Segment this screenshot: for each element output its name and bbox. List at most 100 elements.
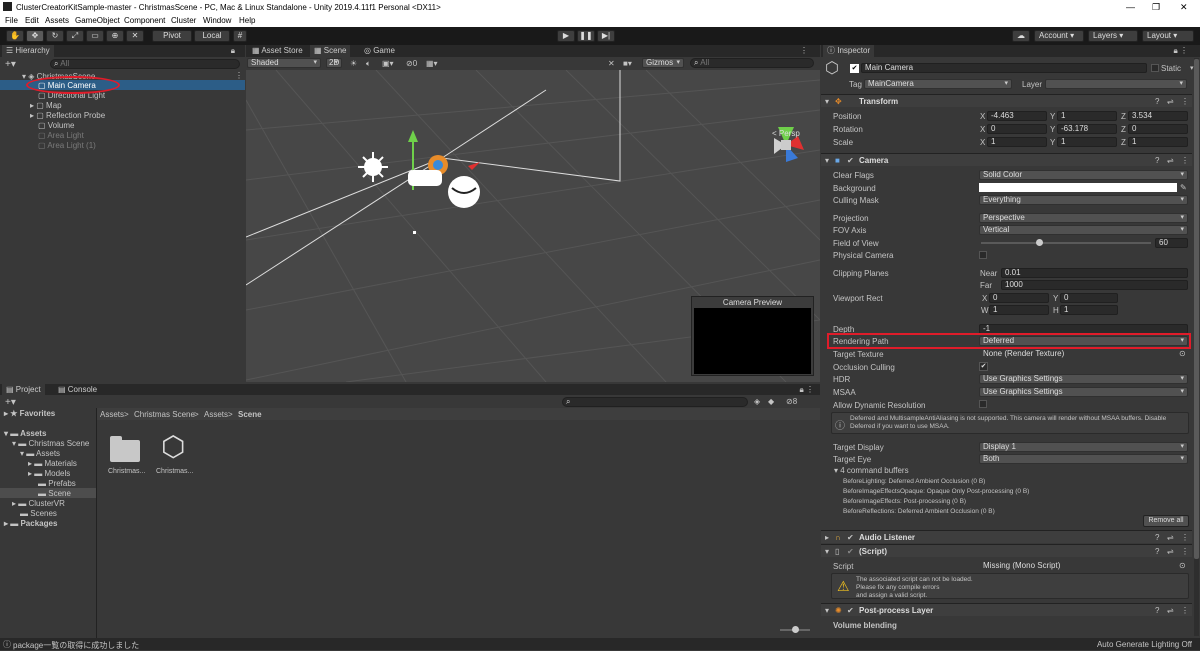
scale-z-field[interactable]: 1 — [1128, 137, 1188, 147]
tree-assets[interactable]: ▾ ▬ Assets — [4, 429, 46, 438]
menu-file[interactable]: File — [5, 16, 18, 25]
lighting-status[interactable]: Auto Generate Lighting Off — [1097, 640, 1192, 649]
occlusion-culling-checkbox[interactable]: ✔ — [979, 362, 988, 371]
camera-gizmo-icon[interactable] — [408, 170, 442, 186]
target-texture-field[interactable]: None (Render Texture) — [979, 349, 1188, 359]
custom-tool-icon[interactable]: ✕ — [126, 30, 144, 42]
x-axis-arrow[interactable] — [468, 162, 480, 170]
maximize-icon[interactable]: ❐ — [1152, 2, 1160, 13]
hierarchy-item-area-light-1[interactable]: ▢ Area Light (1) — [38, 141, 96, 150]
pause-button[interactable]: ❚❚ — [577, 30, 595, 42]
menu-cluster[interactable]: Cluster — [171, 16, 196, 25]
layers-dropdown[interactable]: Layers ▾ — [1088, 30, 1138, 42]
tree-christmas-assets[interactable]: ▾ ▬ Assets — [20, 449, 60, 458]
layer-dropdown[interactable] — [1045, 79, 1187, 89]
audio-icon[interactable]: 🔈︎ — [366, 59, 371, 69]
fov-value-field[interactable]: 60 — [1155, 238, 1188, 248]
preset-icon[interactable]: ⇌ — [1167, 156, 1174, 165]
camera-enabled-checkbox[interactable]: ✔ — [847, 156, 854, 165]
tab-asset-store[interactable]: ▦ Asset Store — [248, 45, 307, 57]
tab-game[interactable]: ◎ Game — [360, 45, 399, 57]
inspector-scrollbar-thumb[interactable] — [1194, 59, 1199, 559]
script-header[interactable]: ▾ ▯ ✔ (Script) ? ⇌ ⋮ — [821, 544, 1192, 557]
cloud-icon[interactable]: ☁ — [1012, 30, 1030, 42]
preset-icon[interactable]: ⇌ — [1167, 97, 1174, 106]
gizmos-dropdown[interactable]: Gizmos — [642, 58, 684, 68]
tab-inspector[interactable]: ⓘ Inspector — [823, 45, 875, 57]
remove-all-button[interactable]: Remove all — [1143, 515, 1189, 527]
object-picker-icon[interactable]: ⊙ — [1179, 349, 1186, 358]
postprocess-header[interactable]: ▾ ✺ ✔ Post-process Layer ? ⇌ ⋮ — [821, 603, 1192, 616]
pivot-toggle[interactable]: Pivot — [152, 30, 192, 42]
scale-y-field[interactable]: 1 — [1057, 137, 1117, 147]
collapse-arrow-icon[interactable]: ▾ — [825, 97, 829, 106]
tag-dropdown[interactable]: MainCamera — [864, 79, 1012, 89]
script-picker-icon[interactable]: ⊙ — [1179, 561, 1186, 570]
scene-menu-icon[interactable]: ⋮ — [235, 71, 243, 80]
y-axis-arrow[interactable] — [408, 130, 418, 142]
static-checkbox[interactable] — [1151, 64, 1159, 72]
sun-icon[interactable] — [358, 152, 388, 182]
position-y-field[interactable]: 1 — [1057, 111, 1117, 121]
tab-scene[interactable]: ▦ Scene — [310, 45, 351, 57]
local-toggle[interactable]: Local — [194, 30, 230, 42]
rotation-z-field[interactable]: 0 — [1128, 124, 1188, 134]
breadcrumb-christmas-scene[interactable]: Christmas Scene — [134, 410, 195, 419]
gameobject-name-input[interactable]: Main Camera — [861, 63, 1147, 73]
help-icon[interactable]: ? — [1155, 533, 1159, 542]
hierarchy-search-input[interactable]: ⌕ All — [50, 59, 240, 69]
minimize-icon[interactable]: — — [1126, 2, 1135, 12]
hand-tool-icon[interactable]: ✋ — [6, 30, 24, 42]
hdr-dropdown[interactable]: Use Graphics Settings — [979, 374, 1188, 384]
grid-icon[interactable]: ▦▾ — [426, 59, 438, 68]
tab-hierarchy[interactable]: ☰ Hierarchy — [2, 45, 54, 57]
lighting-icon[interactable]: ☀ — [350, 59, 357, 68]
asset-scene-file[interactable]: ⬡ Christmas... — [153, 432, 193, 478]
help-icon[interactable]: ? — [1155, 97, 1159, 106]
frustum-handle[interactable] — [413, 231, 416, 234]
scale-x-field[interactable]: 1 — [987, 137, 1047, 147]
project-search-input[interactable]: ⌕ — [562, 397, 748, 407]
tree-christmas-scene[interactable]: ▾ ▬ Christmas Scene — [12, 439, 89, 448]
breadcrumb-assets[interactable]: Assets — [100, 410, 124, 419]
hierarchy-item-area-light[interactable]: ▢ Area Light — [38, 131, 84, 140]
rotation-y-field[interactable]: -63.178 — [1057, 124, 1117, 134]
clear-flags-dropdown[interactable]: Solid Color — [979, 170, 1188, 180]
lock-icon[interactable]: 🔒︎ — [231, 46, 235, 56]
audio-enabled-checkbox[interactable]: ✔ — [847, 533, 854, 542]
viewport-x-field[interactable]: 0 — [989, 293, 1049, 303]
physical-camera-checkbox[interactable] — [979, 251, 987, 259]
hierarchy-item-reflection-probe[interactable]: ▸ ▢ Reflection Probe — [30, 111, 105, 120]
inspector-lock-icon[interactable]: 🔒︎ ⋮ — [1174, 46, 1188, 56]
hierarchy-item-volume[interactable]: ▢ Volume — [38, 121, 74, 130]
projection-dropdown[interactable]: Perspective — [979, 213, 1188, 223]
shading-dropdown[interactable]: Shaded — [247, 58, 321, 68]
tree-scene[interactable]: ▬ Scene — [38, 489, 71, 498]
preset-icon[interactable]: ⇌ — [1167, 547, 1174, 556]
msaa-dropdown[interactable]: Use Graphics Settings — [979, 387, 1188, 397]
menu-component[interactable]: Component — [124, 16, 165, 25]
breadcrumb-scene[interactable]: Scene — [238, 410, 262, 419]
move-tool-icon[interactable]: ✥ — [26, 30, 44, 42]
static-dropdown-icon[interactable]: ▾ — [1190, 64, 1194, 72]
hierarchy-item-map[interactable]: ▸ ▢ Map — [30, 101, 62, 110]
tree-materials[interactable]: ▸ ▬ Materials — [28, 459, 77, 468]
layout-dropdown[interactable]: Layout ▾ — [1142, 30, 1194, 42]
tree-scenes[interactable]: ▬ Scenes — [20, 509, 57, 518]
filter-type-icon[interactable]: ◈ — [754, 397, 760, 406]
persp-label[interactable]: < Persp — [772, 129, 800, 138]
scene-menu-icon[interactable]: ⋮ — [800, 46, 808, 55]
mode-2d-toggle[interactable]: 2D — [326, 58, 342, 68]
collapse-arrow-icon[interactable]: ▾ — [825, 606, 829, 615]
close-icon[interactable]: ✕ — [1180, 2, 1188, 13]
target-display-dropdown[interactable]: Display 1 — [979, 442, 1188, 452]
command-buffers-foldout[interactable]: ▾ 4 command buffers — [834, 466, 909, 475]
hidden-packages-icon[interactable]: ⊘8 — [786, 397, 797, 406]
viewport-y-field[interactable]: 0 — [1060, 293, 1118, 303]
near-field[interactable]: 0.01 — [1001, 268, 1188, 278]
hidden-objects-icon[interactable]: ⊘0 — [406, 59, 417, 68]
help-icon[interactable]: ? — [1155, 547, 1159, 556]
tree-clustervr[interactable]: ▸ ▬ ClusterVR — [12, 499, 65, 508]
menu-help[interactable]: Help — [239, 16, 255, 25]
background-color-swatch[interactable] — [979, 183, 1177, 192]
